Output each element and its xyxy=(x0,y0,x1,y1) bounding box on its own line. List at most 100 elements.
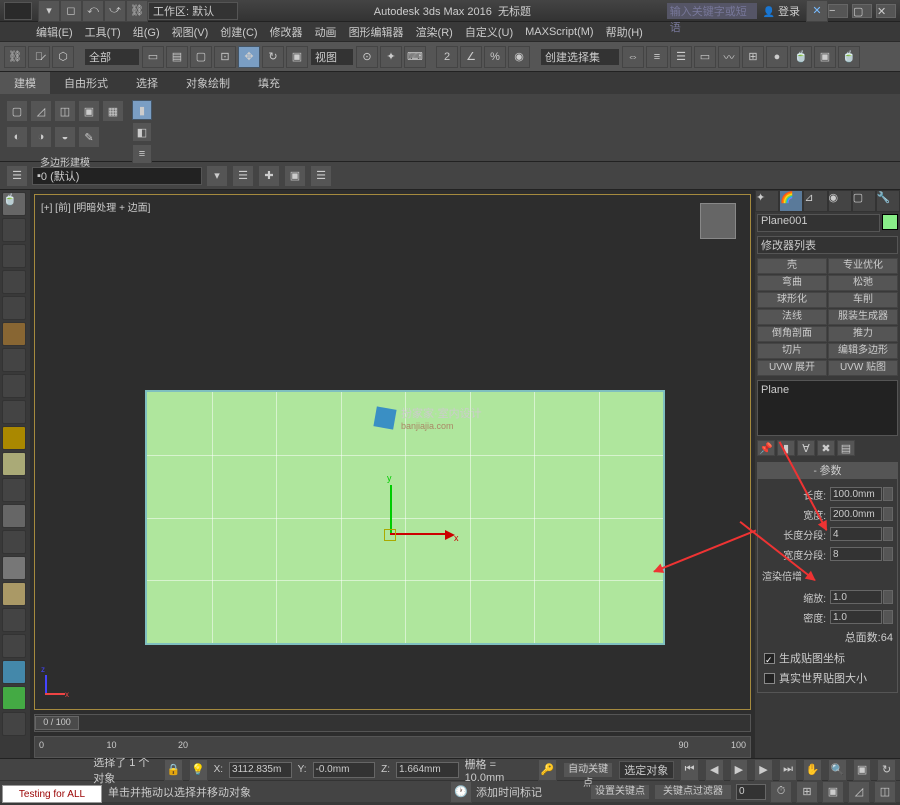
pivot-icon[interactable]: ⊙ xyxy=(356,46,378,68)
poly-vert-icon[interactable]: ▢ xyxy=(6,100,28,122)
ribbon-tab-objpaint[interactable]: 对象绘制 xyxy=(172,72,244,94)
show-end-icon[interactable]: ▮ xyxy=(777,440,795,456)
time-config-icon[interactable]: ⏱ xyxy=(770,781,792,803)
ltool-19-icon[interactable] xyxy=(2,660,26,684)
open-icon[interactable]: ⤺ xyxy=(82,0,104,22)
prev-frame-icon[interactable]: ◀ xyxy=(705,759,724,781)
menu-edit[interactable]: 编辑(E) xyxy=(30,24,79,40)
layer-sel-icon[interactable]: ▣ xyxy=(284,165,306,187)
ribbon-tab-populate[interactable]: 填充 xyxy=(244,72,294,94)
app-logo-icon[interactable] xyxy=(4,2,32,20)
redo-icon[interactable]: ⤻ xyxy=(104,0,126,22)
poly-elem-icon[interactable]: ▦ xyxy=(102,100,124,122)
mod-bevel[interactable]: 倒角剖面 xyxy=(757,326,827,342)
selection-filter[interactable]: 全部 xyxy=(84,48,140,66)
mod-editpoly[interactable]: 编辑多边形 xyxy=(828,343,898,359)
link-tool-icon[interactable]: ⛓ xyxy=(4,46,26,68)
mod-cloth[interactable]: 服装生成器 xyxy=(828,309,898,325)
window-cross-icon[interactable]: ⊡ xyxy=(214,46,236,68)
ltool-13-icon[interactable] xyxy=(2,504,26,528)
keyfilter2-button[interactable]: 关键点过滤器 xyxy=(654,784,732,800)
scale-spin-arrows-icon[interactable] xyxy=(883,590,893,604)
ltool-4-icon[interactable] xyxy=(2,270,26,294)
density-spin-arrows-icon[interactable] xyxy=(883,610,893,624)
ltool-16-icon[interactable] xyxy=(2,582,26,606)
modify-tab-icon[interactable]: 🌈 xyxy=(779,190,803,212)
spinner-snap-icon[interactable]: ◉ xyxy=(508,46,530,68)
x-coord-input[interactable]: 3112.835m xyxy=(229,762,292,778)
rotate-tool-icon[interactable]: ↻ xyxy=(262,46,284,68)
gizmo-plane-icon[interactable] xyxy=(384,529,396,541)
motion-tab-icon[interactable]: ◉ xyxy=(828,190,852,212)
snap2d-icon[interactable]: 2 xyxy=(436,46,458,68)
ltool-2-icon[interactable] xyxy=(2,218,26,242)
length-spin-arrows-icon[interactable] xyxy=(883,487,893,501)
mod-prooptim[interactable]: 专业优化 xyxy=(828,258,898,274)
link-icon[interactable]: ⛓ xyxy=(126,0,148,22)
ltool-12-icon[interactable] xyxy=(2,478,26,502)
nav-fov-icon[interactable]: ◿ xyxy=(848,781,870,803)
remove-mod-icon[interactable]: ✖ xyxy=(817,440,835,456)
curve-editor-icon[interactable]: 〰 xyxy=(718,46,740,68)
key-icon[interactable]: 🔑 xyxy=(538,759,557,781)
nav-pan-icon[interactable]: ✋ xyxy=(803,759,822,781)
pin-stack-icon[interactable]: 📌 xyxy=(757,440,775,456)
gizmo-y-axis-icon[interactable] xyxy=(390,485,392,535)
create-tab-icon[interactable]: ✦ xyxy=(755,190,779,212)
mod-uvwmap[interactable]: UVW 贴图 xyxy=(828,360,898,376)
ltool-9-icon[interactable] xyxy=(2,400,26,424)
move-tool-icon[interactable]: ✥ xyxy=(238,46,260,68)
config-icon[interactable]: ▤ xyxy=(837,440,855,456)
lock-icon[interactable]: 🔒 xyxy=(164,759,183,781)
render-setup-icon[interactable]: 🍵 xyxy=(790,46,812,68)
ltool-3-icon[interactable] xyxy=(2,244,26,268)
unlink-icon[interactable]: ⛓̷ xyxy=(28,46,50,68)
material-icon[interactable]: ● xyxy=(766,46,788,68)
menu-view[interactable]: 视图(V) xyxy=(166,24,215,40)
menu-anim[interactable]: 动画 xyxy=(309,24,343,40)
utility-tab-icon[interactable]: 🔧 xyxy=(876,190,900,212)
object-color-swatch[interactable] xyxy=(882,214,898,230)
mod-normal[interactable]: 法线 xyxy=(757,309,827,325)
ref-coord-dropdown[interactable]: 视图 xyxy=(310,48,354,66)
schematic-icon[interactable]: ⊞ xyxy=(742,46,764,68)
wsegs-spin-arrows-icon[interactable] xyxy=(883,547,893,561)
poly-a-icon[interactable]: ◐ xyxy=(6,126,28,148)
next-key-icon[interactable]: ⏭ xyxy=(779,759,798,781)
align-icon[interactable]: ≡ xyxy=(646,46,668,68)
ltool-8-icon[interactable] xyxy=(2,374,26,398)
snap-pct-icon[interactable]: % xyxy=(484,46,506,68)
stack-item-plane[interactable]: Plane xyxy=(761,384,894,396)
scale-tool-icon[interactable]: ▣ xyxy=(286,46,308,68)
autokey-button[interactable]: 自动关键点 xyxy=(563,762,613,778)
mod-push[interactable]: 推力 xyxy=(828,326,898,342)
poly-edge-icon[interactable]: ◿ xyxy=(30,100,52,122)
layers-icon[interactable]: ☰ xyxy=(670,46,692,68)
ribbon-tab-modeling[interactable]: 建模 xyxy=(0,72,50,94)
isolate-icon[interactable]: 💡 xyxy=(189,759,208,781)
ltool-5-icon[interactable] xyxy=(2,296,26,320)
ltool-11-icon[interactable] xyxy=(2,452,26,476)
ltool-10-icon[interactable] xyxy=(2,426,26,450)
new-icon[interactable]: ◻ xyxy=(60,0,82,22)
layer-hi-icon[interactable]: ☰ xyxy=(310,165,332,187)
mirror-icon[interactable]: ⇔ xyxy=(622,46,644,68)
length-spinner[interactable]: 100.0mm xyxy=(830,487,882,501)
menu-render[interactable]: 渲染(R) xyxy=(410,24,459,40)
search-input[interactable]: 输入关键字或短语 xyxy=(667,3,757,19)
lsegs-spinner[interactable]: 4 xyxy=(830,527,882,541)
frame-input[interactable]: 0 xyxy=(736,784,766,800)
ltool-21-icon[interactable] xyxy=(2,712,26,736)
sign-in[interactable]: 👤 登录 xyxy=(757,3,806,19)
render-frame-icon[interactable]: ▣ xyxy=(814,46,836,68)
select-icon[interactable]: ▭ xyxy=(142,46,164,68)
render-icon[interactable]: 🍵 xyxy=(838,46,860,68)
add-time-tag[interactable]: 添加时间标记 xyxy=(476,784,542,800)
menu-modifier[interactable]: 修改器 xyxy=(264,24,309,40)
mod-bend[interactable]: 弯曲 xyxy=(757,275,827,291)
mod-relax[interactable]: 松弛 xyxy=(828,275,898,291)
wsegs-spinner[interactable]: 8 xyxy=(830,547,882,561)
menu-custom[interactable]: 自定义(U) xyxy=(459,24,519,40)
display-tab-icon[interactable]: ▢ xyxy=(852,190,876,212)
app-menu-icon[interactable]: ▾ xyxy=(38,0,60,22)
